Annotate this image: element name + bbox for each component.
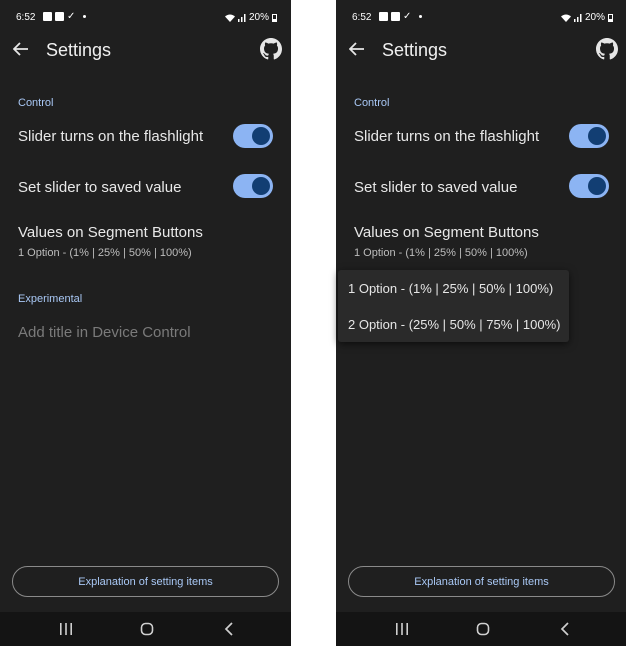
battery-percent: 20% xyxy=(584,12,605,23)
signal-icon xyxy=(237,13,246,22)
section-header-control: Control xyxy=(18,97,54,109)
battery-percent: 20% xyxy=(248,12,269,23)
notification-icon xyxy=(379,12,388,21)
navigation-bar xyxy=(0,612,291,646)
home-icon[interactable] xyxy=(473,620,493,638)
flashlight-switch[interactable] xyxy=(233,124,273,148)
arrow-left-icon[interactable] xyxy=(10,38,32,60)
page-title: Settings xyxy=(382,40,448,60)
explanation-button[interactable]: Explanation of setting items xyxy=(12,566,279,597)
recent-apps-icon[interactable] xyxy=(56,620,76,638)
section-header-experimental: Experimental xyxy=(18,293,83,305)
wifi-icon xyxy=(560,14,571,22)
status-right: 20% xyxy=(560,12,613,23)
flashlight-switch[interactable] xyxy=(569,124,609,148)
battery-icon xyxy=(272,13,277,22)
wifi-icon xyxy=(224,14,235,22)
back-nav-icon[interactable] xyxy=(555,620,575,638)
segment-setting-title[interactable]: Values on Segment Buttons xyxy=(18,224,203,241)
saved-value-switch[interactable] xyxy=(233,174,273,198)
status-time: 6:52 xyxy=(16,12,36,23)
explanation-button[interactable]: Explanation of setting items xyxy=(348,566,615,597)
status-bar: 6:52 ✓ 20% xyxy=(0,0,291,30)
popup-option-1[interactable]: 1 Option - (1% | 25% | 50% | 100%) xyxy=(348,281,553,296)
notification-icon xyxy=(43,12,52,21)
app-bar: Settings xyxy=(0,30,291,70)
flashlight-setting-title[interactable]: Slider turns on the flashlight xyxy=(18,128,203,145)
explanation-button-label: Explanation of setting items xyxy=(414,575,549,588)
page-title: Settings xyxy=(46,40,112,60)
app-bar: Settings xyxy=(336,30,626,70)
flashlight-setting-title[interactable]: Slider turns on the flashlight xyxy=(354,128,539,145)
battery-icon xyxy=(608,13,613,22)
saved-value-setting-title[interactable]: Set slider to saved value xyxy=(354,179,517,196)
switch-thumb xyxy=(588,177,606,195)
segment-setting-summary: 1 Option - (1% | 25% | 50% | 100%) xyxy=(18,247,192,259)
switch-thumb xyxy=(252,127,270,145)
image-icon xyxy=(55,12,64,21)
status-bar: 6:52 ✓ 20% xyxy=(336,0,626,30)
segment-setting-title[interactable]: Values on Segment Buttons xyxy=(354,224,539,241)
image-icon xyxy=(391,12,400,21)
navigation-bar xyxy=(336,612,626,646)
github-icon[interactable] xyxy=(596,38,618,60)
signal-icon xyxy=(573,13,582,22)
home-icon[interactable] xyxy=(137,620,157,638)
popup-option-2[interactable]: 2 Option - (25% | 50% | 75% | 100%) xyxy=(348,317,560,332)
saved-value-switch[interactable] xyxy=(569,174,609,198)
saved-value-setting-title[interactable]: Set slider to saved value xyxy=(18,179,181,196)
more-notifications-dot xyxy=(83,15,86,18)
section-header-control: Control xyxy=(354,97,390,109)
notification-icons: ✓ xyxy=(43,11,86,22)
switch-thumb xyxy=(252,177,270,195)
recent-apps-icon[interactable] xyxy=(392,620,412,638)
back-nav-icon[interactable] xyxy=(219,620,239,638)
download-done-icon: ✓ xyxy=(403,11,412,22)
notification-icons: ✓ xyxy=(379,11,422,22)
switch-thumb xyxy=(588,127,606,145)
segment-setting-summary: 1 Option - (1% | 25% | 50% | 100%) xyxy=(354,247,528,259)
status-time: 6:52 xyxy=(352,12,372,23)
status-right: 20% xyxy=(224,12,277,23)
segment-options-popup: 1 Option - (1% | 25% | 50% | 100%) 2 Opt… xyxy=(338,270,569,342)
device-control-setting-title: Add title in Device Control xyxy=(18,324,191,341)
settings-screen-left: 6:52 ✓ 20% Settings Control Slider turns… xyxy=(0,0,291,646)
arrow-left-icon[interactable] xyxy=(346,38,368,60)
explanation-button-label: Explanation of setting items xyxy=(78,575,213,588)
download-done-icon: ✓ xyxy=(67,11,76,22)
more-notifications-dot xyxy=(419,15,422,18)
github-icon[interactable] xyxy=(260,38,282,60)
